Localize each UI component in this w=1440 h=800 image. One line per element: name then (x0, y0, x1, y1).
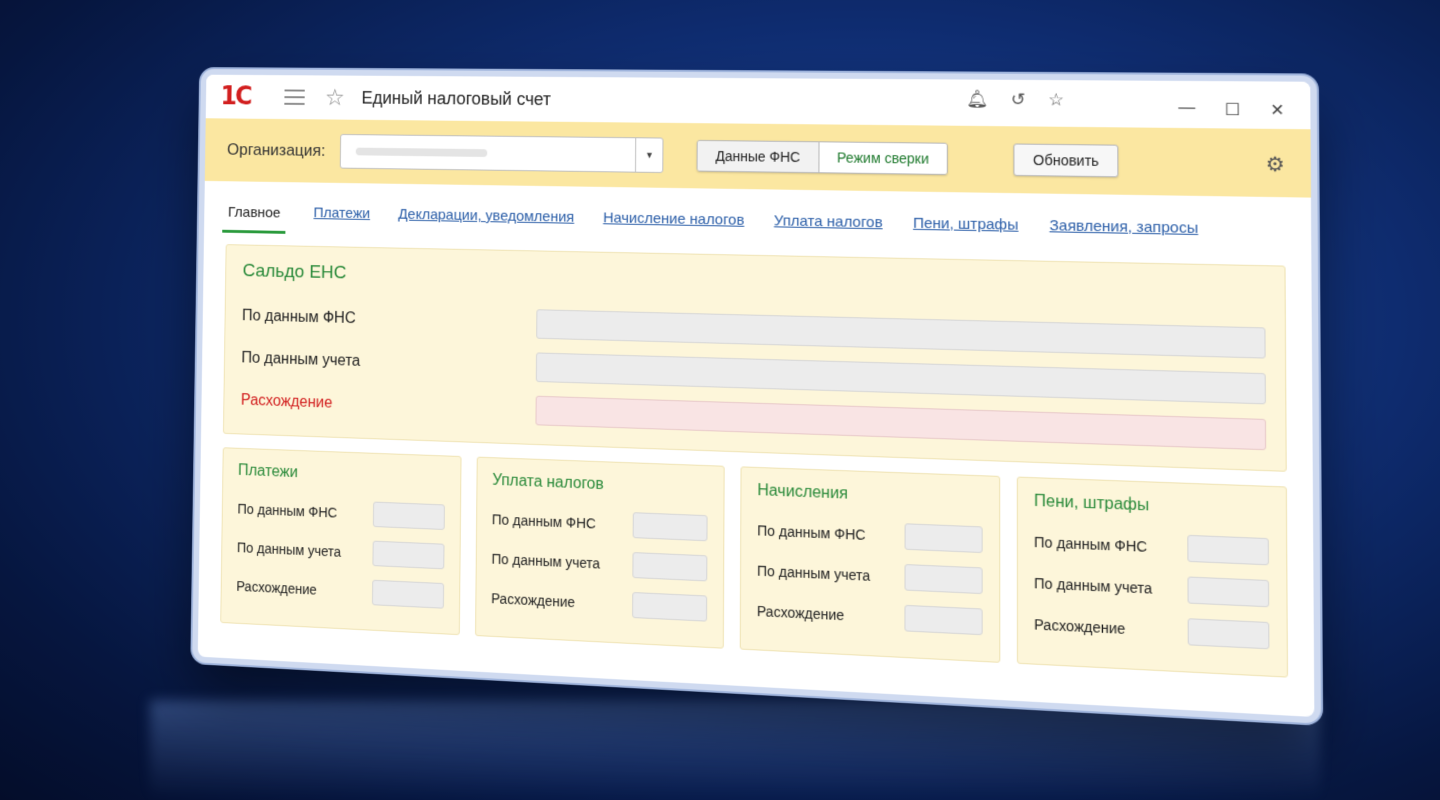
tab-payments[interactable]: Платежи (313, 205, 371, 236)
star-icon[interactable]: ☆ (1048, 90, 1064, 110)
tab-declarations[interactable]: Декларации, уведомления (398, 206, 574, 239)
dropdown-arrow-icon[interactable]: ▼ (635, 138, 663, 173)
card-row-label: Расхождение (1034, 616, 1126, 638)
card-row-label: Расхождение (756, 602, 845, 624)
saldo-label-discrepancy: Расхождение (240, 392, 333, 412)
menu-icon[interactable] (284, 89, 305, 105)
card-row-label: По данным ФНС (757, 522, 866, 543)
card-field (371, 540, 445, 570)
header-icons: 🔔︎ ↺ ☆ (966, 90, 1064, 111)
tab-tax-accrual[interactable]: Начисление налогов (603, 210, 744, 243)
saldo-label-fns: По данным ФНС (241, 307, 356, 327)
card-row-label: По данным ФНС (237, 500, 338, 521)
card-title: Уплата налогов (492, 471, 604, 494)
card-row-label: По данным учета (757, 562, 871, 584)
organization-label: Организация: (226, 140, 326, 160)
card-field (903, 604, 983, 636)
card-row-label: По данным ФНС (491, 511, 596, 532)
card-row-label: По данным учета (491, 550, 601, 572)
card-row-label: По данным учета (236, 539, 342, 560)
tab-main[interactable]: Главное (222, 204, 287, 234)
card-row-label: Расхождение (491, 590, 575, 611)
card-title: Платежи (237, 462, 298, 482)
card-title: Начисления (757, 482, 848, 503)
page-title: Единый налоговый счет (361, 87, 551, 109)
data-mode-toggle: Данные ФНС Режим сверки (696, 139, 949, 175)
bell-icon[interactable]: 🔔︎ (966, 90, 988, 110)
card-row: Расхождение (236, 567, 444, 616)
organization-select[interactable]: ▼ (340, 133, 664, 174)
saldo-panel: Сальдо ЕНС По данным ФНС По данным учета… (222, 244, 1287, 472)
favorite-star-icon[interactable]: ☆ (325, 84, 345, 112)
card-accruals: Начисления По данным ФНС По данным учета… (739, 466, 1000, 663)
card-field (1187, 534, 1269, 566)
card-tax-payment: Уплата налогов По данным ФНС По данным у… (474, 456, 725, 649)
stage: 1С ☆ Единый налоговый счет 🔔︎ ↺ ☆ — ☐ ✕ … (0, 0, 1440, 800)
card-row-label: Расхождение (236, 578, 317, 598)
card-field (903, 563, 983, 595)
card-row-label: По данным учета (1034, 574, 1153, 597)
card-field (632, 591, 708, 622)
close-icon[interactable]: ✕ (1270, 100, 1284, 121)
card-title: Пени, штрафы (1033, 492, 1150, 515)
window-controls: — ☐ ✕ (1178, 99, 1284, 120)
card-field (371, 579, 444, 609)
card-field (372, 501, 445, 530)
reconcile-mode-button[interactable]: Режим сверки (819, 142, 948, 174)
card-field (632, 552, 708, 582)
card-field (632, 512, 708, 542)
card-penalties: Пени, штрафы По данным ФНС По данным уче… (1016, 476, 1289, 678)
saldo-label-accounting: По данным учета (241, 349, 361, 370)
maximize-icon[interactable]: ☐ (1225, 100, 1240, 121)
minimize-icon[interactable]: — (1178, 99, 1195, 120)
app-window: 1С ☆ Единый налоговый счет 🔔︎ ↺ ☆ — ☐ ✕ … (192, 68, 1321, 724)
history-icon[interactable]: ↺ (1011, 90, 1026, 110)
organization-value-placeholder (355, 147, 488, 157)
card-row-label: По данным ФНС (1033, 533, 1148, 555)
card-payments: Платежи По данным ФНС По данным учета Ра… (220, 447, 462, 636)
card-field (1187, 618, 1270, 650)
app-logo: 1С (220, 82, 251, 112)
tab-requests[interactable]: Заявления, запросы (1049, 217, 1198, 251)
summary-cards: Платежи По данным ФНС По данным учета Ра… (220, 447, 1289, 678)
card-field (904, 523, 983, 554)
card-field (1187, 576, 1270, 608)
gear-icon[interactable]: ⚙ (1266, 151, 1285, 177)
tab-tax-payment[interactable]: Уплата налогов (774, 212, 883, 245)
refresh-button[interactable]: Обновить (1013, 143, 1119, 178)
tab-penalties[interactable]: Пени, штрафы (913, 215, 1018, 248)
fns-data-button[interactable]: Данные ФНС (697, 140, 820, 173)
